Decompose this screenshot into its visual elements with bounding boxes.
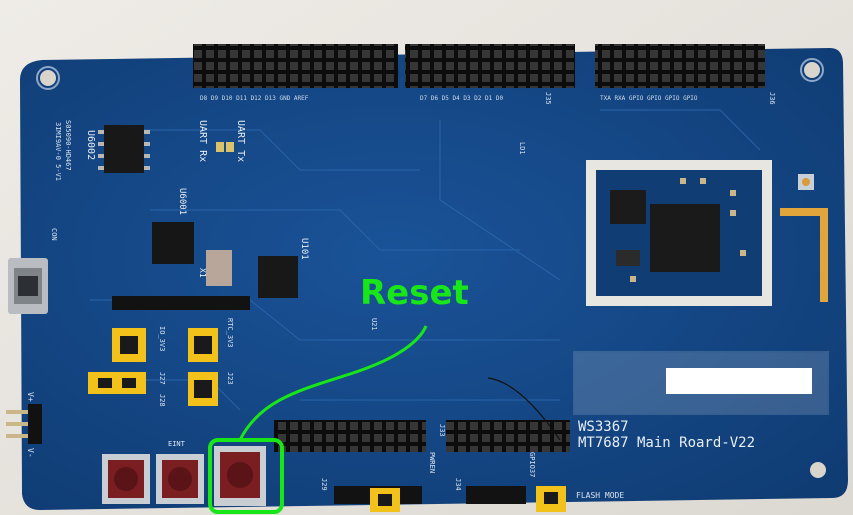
silk-io-3v3: IO_3V3 bbox=[158, 326, 166, 351]
silk-vplus: V+ bbox=[26, 392, 35, 402]
top-header-middle bbox=[405, 44, 575, 88]
silk-con: CON bbox=[50, 228, 58, 241]
board-label-line2: MT7687 Main Roard-V22 bbox=[578, 435, 755, 451]
power-pins bbox=[6, 404, 42, 444]
white-sticker bbox=[666, 368, 812, 394]
silk-chip-code: S05090-HD467 bbox=[64, 120, 72, 171]
header-strip-mid bbox=[112, 296, 250, 310]
silk-j34: J34 bbox=[454, 478, 462, 491]
chip-u6002 bbox=[98, 125, 150, 173]
silk-uart-tx: UART Tx bbox=[235, 120, 246, 162]
top-header-left bbox=[193, 44, 398, 88]
silk-u6001: U6001 bbox=[177, 188, 187, 215]
silk-x1: X1 bbox=[198, 268, 207, 278]
push-button-eint bbox=[156, 454, 204, 504]
silk-rtc-3v3: RTC_3V3 bbox=[226, 318, 234, 348]
reset-annotation-label: Reset bbox=[360, 273, 469, 313]
silk-gpio37: GPIO37 bbox=[528, 452, 536, 477]
silk-vminus: V- bbox=[26, 448, 35, 458]
push-button-reset bbox=[214, 446, 266, 506]
board-photo: D8 D9 D10 D11 D12 D13 GND AREF D7 D6 D5 … bbox=[0, 0, 853, 515]
svg-text:D8 D9 D10 D11 D12 D13 GND AREF: D8 D9 D10 D11 D12 D13 GND AREF bbox=[200, 95, 309, 102]
silk-j35: J35 bbox=[544, 92, 552, 105]
chip-usb-bridge bbox=[152, 222, 194, 264]
silk-ld1: LD1 bbox=[518, 142, 526, 155]
bottom-header-right bbox=[446, 420, 570, 452]
header-pin-labels: D8 D9 D10 D11 D12 D13 GND AREF D7 D6 D5 … bbox=[200, 95, 698, 102]
silk-j29: J29 bbox=[320, 478, 328, 491]
svg-text:D7 D6 D5 D4 D3 D2 D1 D0: D7 D6 D5 D4 D3 D2 D1 D0 bbox=[420, 95, 503, 102]
button-label-eint: EINT bbox=[168, 440, 186, 448]
flash-mode-label: FLASH MODE bbox=[576, 491, 624, 500]
push-button-left bbox=[102, 454, 150, 504]
micro-usb-port bbox=[8, 258, 48, 314]
silk-u21: U21 bbox=[370, 318, 378, 331]
silk-chip-code2: 3IMI9AV-0 5-V1 bbox=[54, 122, 62, 181]
led-uart-rx bbox=[216, 142, 224, 152]
led-uart-tx bbox=[226, 142, 234, 152]
wifi-module bbox=[586, 160, 772, 306]
silk-u101: U101 bbox=[299, 238, 309, 260]
silk-j33: J33 bbox=[438, 424, 446, 437]
silk-j23: J23 bbox=[226, 372, 234, 385]
board-label-line1: WS3367 bbox=[578, 419, 629, 435]
chip-u101 bbox=[258, 256, 298, 298]
silk-uart-rx: UART Rx bbox=[197, 120, 208, 162]
bottom-header-left bbox=[274, 420, 426, 452]
silk-u6002: U6002 bbox=[85, 130, 96, 160]
svg-text:TXA RXA GPIO GPIO GPIO GPIO: TXA RXA GPIO GPIO GPIO GPIO bbox=[600, 95, 698, 102]
top-header-right bbox=[595, 44, 765, 88]
silk-j28: J28 bbox=[158, 394, 166, 407]
crystal-x1 bbox=[206, 250, 232, 286]
silk-pwren: PWREN bbox=[428, 452, 436, 473]
silk-j36: J36 bbox=[768, 92, 776, 105]
silk-j27: J27 bbox=[158, 372, 166, 385]
